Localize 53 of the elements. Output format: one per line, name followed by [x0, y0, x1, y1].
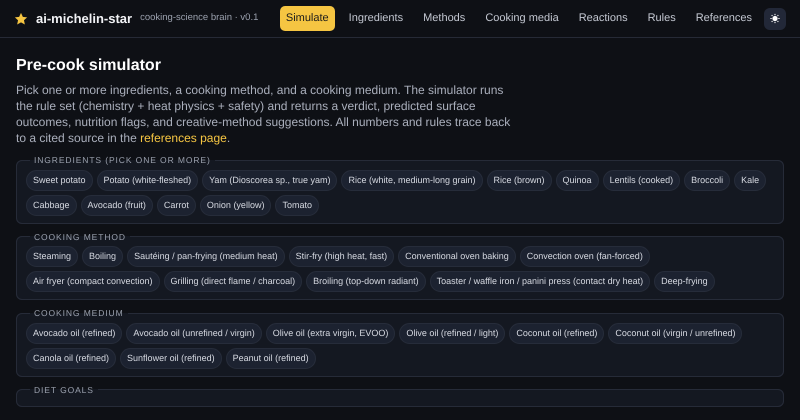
option-chip[interactable]: Coconut oil (refined) [509, 322, 604, 344]
references-link[interactable]: references page [140, 131, 227, 146]
theme-toggle-button[interactable] [764, 8, 786, 30]
group-legend: COOKING METHOD [30, 232, 130, 242]
option-chip[interactable]: Avocado (fruit) [80, 194, 153, 216]
page-title: Pre-cook simulator [16, 56, 162, 76]
option-chip[interactable]: Carrot [156, 194, 196, 216]
option-chip[interactable]: Broiling (top-down radiant) [306, 271, 426, 292]
option-chip[interactable]: Rice (white, medium-long grain) [341, 170, 483, 191]
group-legend: INGREDIENTS (PICK ONE OR MORE) [30, 156, 215, 165]
option-chip[interactable]: Stir-fry (high heat, fast) [288, 246, 394, 268]
nav-tab[interactable]: Methods [417, 6, 472, 31]
option-chip[interactable]: Sautéing / pan-frying (medium heat) [127, 246, 285, 268]
option-chip[interactable]: Air fryer (compact convection) [26, 271, 160, 292]
nav-tab[interactable]: References [690, 6, 758, 31]
option-chip[interactable]: Coconut oil (virgin / unrefined) [608, 322, 742, 344]
group-legend: DIET GOALS [30, 386, 98, 394]
option-chip[interactable]: Sunflower oil (refined) [120, 348, 222, 369]
nav-tab[interactable]: Reactions [572, 6, 634, 31]
nav-tab[interactable]: Rules [642, 6, 682, 31]
nav-tab[interactable]: Cooking media [479, 6, 565, 31]
option-chip[interactable]: Convection oven (fan-forced) [520, 246, 650, 268]
option-chip[interactable]: Avocado oil (refined) [26, 322, 122, 344]
option-chip[interactable]: Boiling [82, 246, 124, 268]
group-legend: COOKING MEDIUM [30, 309, 128, 318]
star-icon [14, 12, 28, 26]
option-chip[interactable]: Avocado oil (unrefined / virgin) [126, 322, 262, 344]
option-chip[interactable]: Grilling (direct flame / charcoal) [164, 271, 302, 292]
option-chip[interactable]: Lentils (cooked) [602, 170, 680, 191]
option-chip[interactable]: Conventional oven baking [398, 246, 516, 268]
option-chip[interactable]: Canola oil (refined) [26, 348, 116, 369]
option-chip[interactable]: Onion (yellow) [200, 194, 272, 216]
option-chip[interactable]: Cabbage [26, 194, 77, 216]
nav-tab[interactable]: Simulate [280, 6, 335, 31]
option-chip[interactable]: Peanut oil (refined) [226, 348, 316, 369]
tagline: cooking-science brain · v0.1 [140, 11, 258, 26]
option-chip[interactable]: Olive oil (extra virgin, EVOO) [266, 322, 396, 344]
option-chip[interactable]: Broccoli [684, 170, 730, 191]
option-chip[interactable]: Toaster / waffle iron / panini press (contact dry heat) [430, 271, 650, 292]
option-chip[interactable]: Yam (Dioscorea sp., true yam) [202, 170, 338, 191]
option-chip[interactable]: Olive oil (refined / light) [399, 322, 506, 344]
option-chip[interactable]: Tomato [275, 194, 319, 216]
option-chip[interactable]: Quinoa [556, 170, 599, 191]
option-chip[interactable]: Sweet potato [26, 170, 93, 191]
nav-tab[interactable]: Ingredients [342, 6, 410, 31]
brand-name[interactable]: ai-michelin-star [36, 8, 132, 28]
sun-icon [770, 13, 780, 24]
option-chip[interactable]: Steaming [26, 246, 78, 268]
option-chip[interactable]: Potato (white-fleshed) [96, 170, 198, 191]
intro-paragraph: Pick one or more ingredients, a cooking method, and a cooking medium. The simulator runs the rule set (chemistry + heat physics + safety) and returns a verdict, predicted surface outcomes, nutrition flags, and creative-method suggestions. All numbers and rules trace back to a cited source in the references page. [16, 82, 512, 146]
option-chip[interactable]: Kale [734, 170, 766, 191]
option-chip[interactable]: Rice (brown) [486, 170, 552, 191]
option-chip[interactable]: Deep-frying [654, 271, 715, 292]
